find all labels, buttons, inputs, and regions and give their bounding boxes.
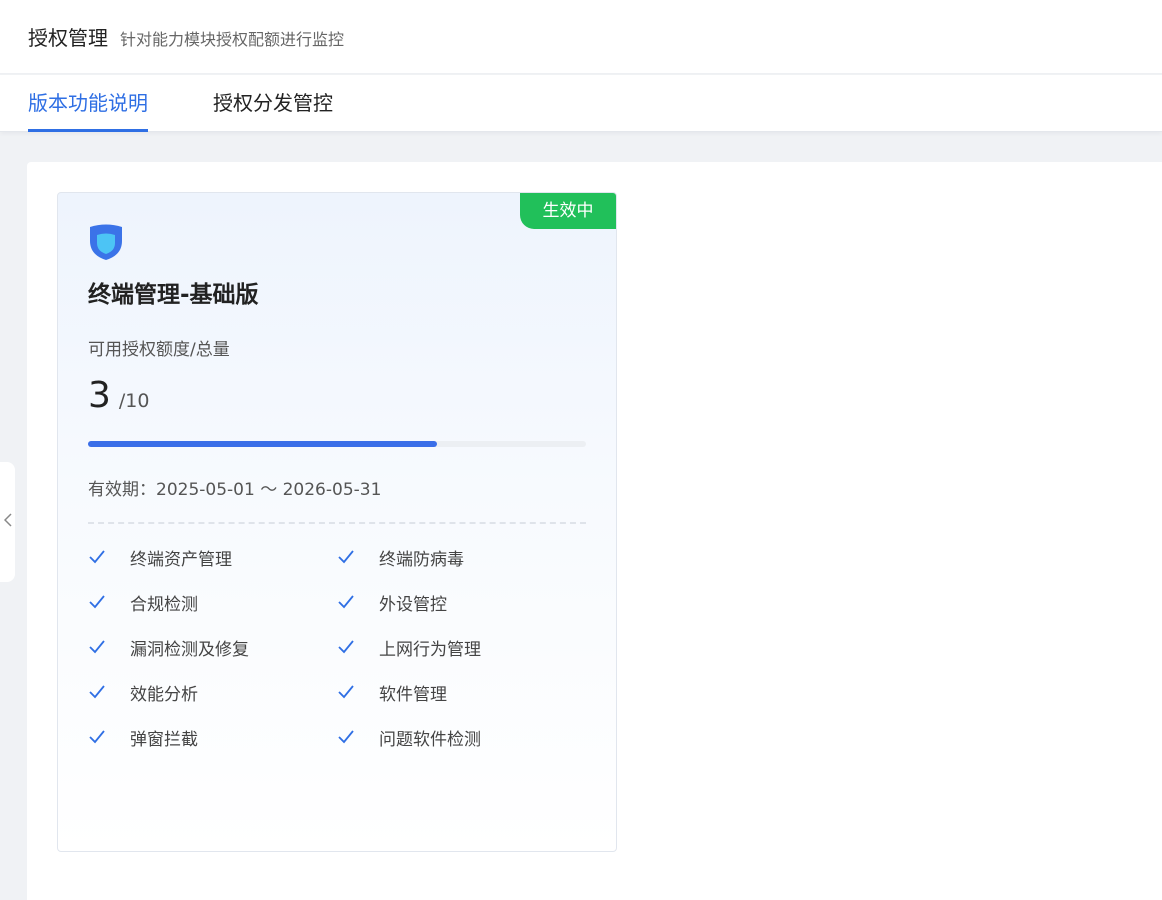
shield-icon bbox=[88, 223, 124, 261]
chevron-left-icon bbox=[3, 513, 12, 531]
feature-label: 外设管控 bbox=[379, 594, 447, 615]
page-header: 授权管理 针对能力模块授权配额进行监控 bbox=[0, 0, 1162, 74]
feature-label: 漏洞检测及修复 bbox=[130, 639, 249, 660]
divider bbox=[88, 522, 586, 524]
card-title: 终端管理-基础版 bbox=[88, 282, 259, 308]
quota-progress-fill bbox=[88, 441, 437, 447]
page-subtitle: 针对能力模块授权配额进行监控 bbox=[120, 29, 345, 49]
validity-period: 有效期：2025-05-01 ～ 2026-05-31 bbox=[88, 480, 382, 500]
feature-label: 弹窗拦截 bbox=[130, 729, 198, 750]
feature-label: 效能分析 bbox=[130, 684, 198, 705]
check-icon bbox=[337, 638, 355, 656]
license-card: 生效中 终端管理-基础版 可用授权额度/总量 3 /10 有效期：2025-05… bbox=[57, 192, 617, 852]
feature-item: 漏洞检测及修复 bbox=[88, 634, 249, 660]
collapse-handle[interactable] bbox=[0, 462, 15, 582]
feature-item: 合规检测 bbox=[88, 589, 198, 615]
quota-progress-bar bbox=[88, 441, 586, 447]
feature-label: 软件管理 bbox=[379, 684, 447, 705]
check-icon bbox=[337, 683, 355, 701]
feature-item: 软件管理 bbox=[337, 679, 447, 705]
check-icon bbox=[88, 593, 106, 611]
tab-bar: 版本功能说明 授权分发管控 bbox=[0, 75, 1162, 132]
feature-item: 效能分析 bbox=[88, 679, 198, 705]
feature-item: 问题软件检测 bbox=[337, 724, 481, 750]
check-icon bbox=[88, 548, 106, 566]
status-badge: 生效中 bbox=[520, 193, 616, 229]
check-icon bbox=[337, 548, 355, 566]
tab-license-distribution[interactable]: 授权分发管控 bbox=[213, 75, 333, 132]
feature-label: 合规检测 bbox=[130, 594, 198, 615]
quota-label: 可用授权额度/总量 bbox=[88, 340, 230, 360]
feature-label: 上网行为管理 bbox=[379, 639, 481, 660]
quota-value: 3 /10 bbox=[88, 375, 149, 416]
check-icon bbox=[88, 638, 106, 656]
check-icon bbox=[337, 593, 355, 611]
feature-label: 终端资产管理 bbox=[130, 549, 232, 570]
quota-available: 3 bbox=[88, 375, 111, 416]
check-icon bbox=[88, 683, 106, 701]
page-title: 授权管理 bbox=[28, 26, 108, 50]
feature-item: 终端资产管理 bbox=[88, 544, 232, 570]
tab-version-features[interactable]: 版本功能说明 bbox=[28, 75, 148, 132]
feature-item: 上网行为管理 bbox=[337, 634, 481, 660]
quota-total: /10 bbox=[118, 390, 150, 412]
feature-item: 外设管控 bbox=[337, 589, 447, 615]
check-icon bbox=[337, 728, 355, 746]
feature-label: 问题软件检测 bbox=[379, 729, 481, 750]
feature-label: 终端防病毒 bbox=[379, 549, 464, 570]
feature-item: 弹窗拦截 bbox=[88, 724, 198, 750]
check-icon bbox=[88, 728, 106, 746]
feature-item: 终端防病毒 bbox=[337, 544, 464, 570]
